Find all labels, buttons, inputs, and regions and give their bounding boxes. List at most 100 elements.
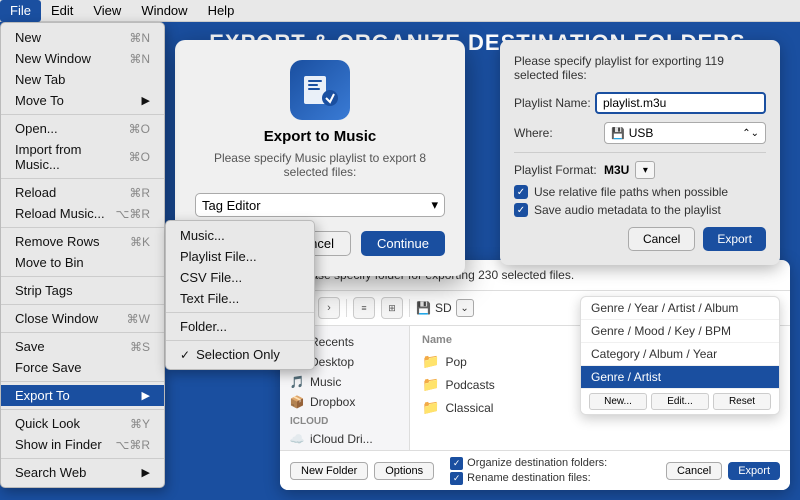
- dropdown-reload-music[interactable]: Reload Music... ⌥⌘R: [1, 203, 164, 224]
- playlist-panel-description: Please specify playlist for exporting 11…: [514, 54, 766, 82]
- bottom-cancel-button[interactable]: Cancel: [666, 462, 722, 480]
- sep2: [1, 178, 164, 179]
- bottom-export-button[interactable]: Export: [728, 462, 780, 480]
- playlist-name-input[interactable]: [595, 92, 766, 114]
- sep7: [1, 381, 164, 382]
- dropdown-genre-mood[interactable]: Genre / Mood / Key / BPM: [581, 320, 779, 343]
- toolbar-sep1: [346, 299, 347, 317]
- sep3: [1, 227, 164, 228]
- sep4: [1, 276, 164, 277]
- playlist-export-button[interactable]: Export: [703, 227, 766, 251]
- playlist-where-select[interactable]: 💾 USB ⌃⌄: [604, 122, 766, 144]
- dropdown-genre-artist[interactable]: Genre / Artist: [581, 366, 779, 389]
- sidebar-icloud-drive[interactable]: ☁️ iCloud Dri...: [280, 429, 409, 449]
- footer-buttons: Cancel Export: [666, 462, 780, 480]
- dropdown-category-album[interactable]: Category / Album / Year: [581, 343, 779, 366]
- classical-folder-icon: 📁: [422, 399, 439, 416]
- organize-checkbox[interactable]: ✓: [450, 457, 463, 470]
- sidebar-dropbox[interactable]: 📦 Dropbox: [280, 392, 409, 412]
- panel-format-val: M3U: [604, 163, 629, 177]
- submenu-folder[interactable]: Folder...: [166, 316, 314, 337]
- dropdown-strip-tags[interactable]: Strip Tags: [1, 280, 164, 301]
- bottom-panel-content: 🕐 Recents 🖥️ Desktop 🎵 Music 📦 Dropbox i…: [280, 326, 790, 466]
- export-dialog-continue-button[interactable]: Continue: [361, 231, 445, 256]
- sep9: [1, 458, 164, 459]
- dropdown-quick-look[interactable]: Quick Look ⌘Y: [1, 413, 164, 434]
- list-view-button[interactable]: ≡: [353, 297, 375, 319]
- submenu-text[interactable]: Text File...: [166, 288, 314, 309]
- panel-option2-checkbox[interactable]: ✓: [514, 203, 528, 217]
- organize-row: ✓ Organize destination folders:: [450, 457, 650, 470]
- dropdown-new-window[interactable]: New Window ⌘N: [1, 48, 164, 69]
- organize-dropdown: Genre / Year / Artist / Album Genre / Mo…: [580, 296, 780, 415]
- pop-folder-icon: 📁: [422, 353, 439, 370]
- dropdown-new[interactable]: New ⌘N: [1, 27, 164, 48]
- export-dialog-playlist-select[interactable]: Tag Editor ▾: [195, 193, 445, 217]
- playlist-name-row: Playlist Name:: [514, 92, 766, 114]
- submenu-playlist[interactable]: Playlist File...: [166, 246, 314, 267]
- panel-format-row: Playlist Format: M3U ▾: [514, 161, 766, 179]
- forward-button[interactable]: ›: [318, 297, 340, 319]
- panel-buttons: Cancel Export: [514, 227, 766, 251]
- panel-sep: [514, 152, 766, 153]
- dropdown-force-save[interactable]: Force Save: [1, 357, 164, 378]
- dropdown-reload[interactable]: Reload ⌘R: [1, 182, 164, 203]
- panel-option1-row: ✓ Use relative file paths when possible: [514, 185, 766, 199]
- dropdown-reset-button[interactable]: Reset: [713, 393, 771, 410]
- file-dropdown: New ⌘N New Window ⌘N New Tab Move To ▶ O…: [0, 22, 165, 488]
- dropdown-genre-year[interactable]: Genre / Year / Artist / Album: [581, 297, 779, 320]
- submenu-music[interactable]: Music...: [166, 225, 314, 246]
- dropdown-open[interactable]: Open... ⌘O: [1, 118, 164, 139]
- dropdown-export-to[interactable]: Export To ▶: [1, 385, 164, 406]
- panel-option2-row: ✓ Save audio metadata to the playlist: [514, 203, 766, 217]
- sep1: [1, 114, 164, 115]
- playlist-where-row: Where: 💾 USB ⌃⌄: [514, 122, 766, 144]
- icloud-label: iCloud: [280, 412, 409, 429]
- path-dropdown-button[interactable]: ⌄: [456, 299, 474, 317]
- export-submenu: Music... Playlist File... CSV File... Te…: [165, 220, 315, 370]
- menu-help[interactable]: Help: [198, 0, 245, 22]
- playlist-cancel-button[interactable]: Cancel: [628, 227, 695, 251]
- sep5: [1, 304, 164, 305]
- icloud-icon: ☁️: [290, 432, 304, 446]
- menu-edit[interactable]: Edit: [41, 0, 83, 22]
- grid-view-button[interactable]: ⊞: [381, 297, 403, 319]
- dropdown-search-web[interactable]: Search Web ▶: [1, 462, 164, 483]
- panel-format-label: Playlist Format:: [514, 163, 604, 177]
- options-button[interactable]: Options: [374, 462, 434, 480]
- menu-file[interactable]: File: [0, 0, 41, 22]
- toolbar-sep2: [409, 299, 410, 317]
- bottom-panel: Please specify folder for exporting 230 …: [280, 260, 790, 490]
- sep8: [1, 409, 164, 410]
- playlist-name-label: Playlist Name:: [514, 96, 595, 110]
- panel-option1-checkbox[interactable]: ✓: [514, 185, 528, 199]
- music-icon: 🎵: [290, 375, 304, 389]
- rename-checkbox[interactable]: ✓: [450, 472, 463, 485]
- dropdown-close-window[interactable]: Close Window ⌘W: [1, 308, 164, 329]
- dropdown-import[interactable]: Import from Music... ⌘O: [1, 139, 164, 175]
- export-dialog-playlist-row: Tag Editor ▾: [195, 193, 445, 217]
- playlist-where-label: Where:: [514, 126, 604, 140]
- submenu-selection-only[interactable]: ✓ Selection Only: [166, 344, 314, 365]
- submenu-csv[interactable]: CSV File...: [166, 267, 314, 288]
- dropdown-show-finder[interactable]: Show in Finder ⌥⌘R: [1, 434, 164, 455]
- export-dialog-description: Please specify Music playlist to export …: [195, 151, 445, 179]
- dropdown-new-tab[interactable]: New Tab: [1, 69, 164, 90]
- dropdown-save[interactable]: Save ⌘S: [1, 336, 164, 357]
- menu-view[interactable]: View: [83, 0, 131, 22]
- menu-window[interactable]: Window: [131, 0, 197, 22]
- format-btn[interactable]: ▾: [635, 161, 655, 179]
- new-folder-button[interactable]: New Folder: [290, 462, 368, 480]
- export-dialog-icon: [290, 60, 350, 120]
- dropdown-move-to[interactable]: Move To ▶: [1, 90, 164, 111]
- dropdown-edit-button[interactable]: Edit...: [651, 393, 709, 410]
- footer-left-buttons: New Folder Options: [290, 462, 434, 480]
- dropdown-new-button[interactable]: New...: [589, 393, 647, 410]
- sidebar-music[interactable]: 🎵 Music: [280, 372, 409, 392]
- dropdown-move-bin[interactable]: Move to Bin: [1, 252, 164, 273]
- podcasts-folder-icon: 📁: [422, 376, 439, 393]
- dropbox-icon: 📦: [290, 395, 304, 409]
- dropdown-remove-rows[interactable]: Remove Rows ⌘K: [1, 231, 164, 252]
- submenu-sep2: [166, 340, 314, 341]
- dropdown-action-buttons: New... Edit... Reset: [581, 389, 779, 414]
